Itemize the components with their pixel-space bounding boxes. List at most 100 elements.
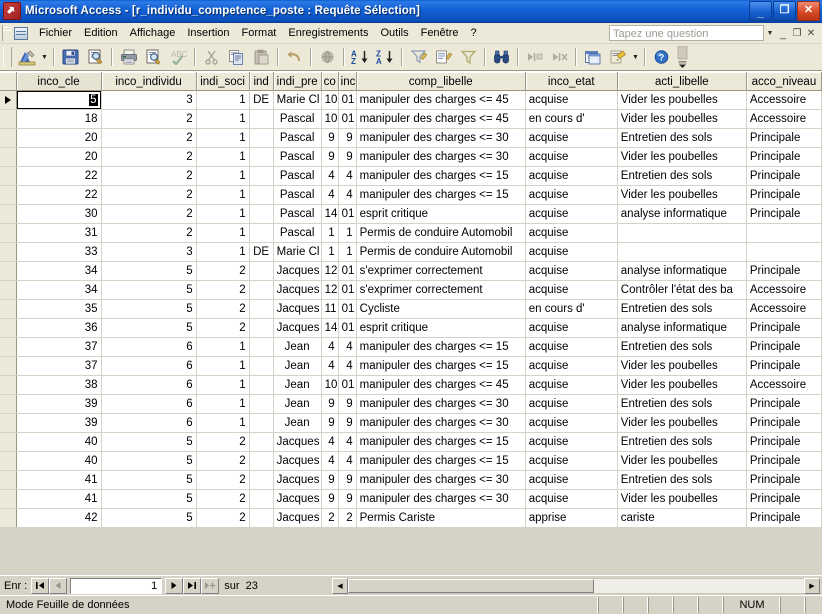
cell-inco_individu[interactable]: 3: [101, 242, 197, 262]
cell-comp_libelle[interactable]: manipuler des charges <= 15: [356, 451, 526, 471]
column-header-acco_niveau[interactable]: acco_niveau: [746, 72, 822, 91]
cell-inco_cle[interactable]: 34: [16, 280, 102, 300]
cell-co[interactable]: 4: [321, 432, 339, 452]
cell-inc[interactable]: 4: [338, 166, 357, 186]
cell-co[interactable]: 14: [321, 204, 339, 224]
cell-inco_etat[interactable]: en cours d': [525, 299, 618, 319]
row-selector[interactable]: [0, 356, 17, 376]
cell-indi_soci[interactable]: 2: [196, 299, 250, 319]
cell-inco_etat[interactable]: acquise: [525, 337, 618, 357]
cell-inco_cle[interactable]: 40: [16, 451, 102, 471]
row-selector[interactable]: [0, 337, 17, 357]
row-selector[interactable]: [0, 128, 17, 148]
cell-indi_soci[interactable]: 2: [196, 280, 250, 300]
cell-inco_individu[interactable]: 5: [101, 280, 197, 300]
cell-indi_pre[interactable]: Jean: [273, 413, 322, 433]
cell-indi_pre[interactable]: Marie Cl: [273, 90, 322, 110]
table-row[interactable]: 20 2 1 Pascal 9 9 manipuler des charges <= 30 a…: [0, 147, 822, 167]
cell-ind[interactable]: [249, 185, 274, 205]
cell-inco_cle[interactable]: 18: [16, 109, 102, 129]
filter-by-selection-button[interactable]: [406, 45, 431, 69]
cell-acco_niveau[interactable]: Principale: [746, 261, 822, 281]
cell-inco_etat[interactable]: en cours d': [525, 109, 618, 129]
cell-co[interactable]: 2: [321, 508, 339, 528]
previous-record-button[interactable]: [49, 577, 68, 594]
table-row[interactable]: 42 5 2 Jacques 2 2 Permis Cariste apprise carist…: [0, 508, 822, 528]
cell-co[interactable]: 14: [321, 318, 339, 338]
cell-inc[interactable]: 4: [338, 185, 357, 205]
cell-inc[interactable]: 01: [338, 318, 357, 338]
cell-acti_libelle[interactable]: cariste: [617, 508, 747, 528]
cell-inco_individu[interactable]: 5: [101, 508, 197, 528]
column-header-inco_individu[interactable]: inco_individu: [101, 72, 197, 91]
status-resize-grip[interactable]: [806, 597, 822, 613]
cell-indi_pre[interactable]: Jacques: [273, 318, 322, 338]
table-row[interactable]: 41 5 2 Jacques 9 9 manipuler des charges <= 30…: [0, 470, 822, 490]
cell-inco_cle[interactable]: 5: [16, 90, 102, 110]
cell-indi_pre[interactable]: Pascal: [273, 109, 322, 129]
cell-acco_niveau[interactable]: [746, 242, 822, 262]
cell-inco_cle[interactable]: 34: [16, 261, 102, 281]
table-row[interactable]: 36 5 2 Jacques 14 01 esprit critique acquise ana…: [0, 318, 822, 338]
toolbar-grip[interactable]: [3, 47, 12, 67]
cell-acti_libelle[interactable]: [617, 223, 747, 243]
cell-indi_soci[interactable]: 1: [196, 128, 250, 148]
cell-inco_cle[interactable]: 36: [16, 318, 102, 338]
cell-inco_etat[interactable]: acquise: [525, 223, 618, 243]
cell-inco_etat[interactable]: acquise: [525, 147, 618, 167]
cell-inc[interactable]: 9: [338, 128, 357, 148]
menu-bar-grip[interactable]: [2, 25, 11, 41]
column-header-co[interactable]: co: [321, 72, 339, 91]
table-row[interactable]: 37 6 1 Jean 4 4 manipuler des charges <= 15 acq…: [0, 337, 822, 357]
cell-inco_individu[interactable]: 5: [101, 318, 197, 338]
cell-comp_libelle[interactable]: manipuler des charges <= 30: [356, 413, 526, 433]
cell-co[interactable]: 9: [321, 470, 339, 490]
document-close-button[interactable]: ✕: [804, 25, 818, 41]
cell-acco_niveau[interactable]: Principale: [746, 166, 822, 186]
cell-indi_pre[interactable]: Jean: [273, 356, 322, 376]
cell-comp_libelle[interactable]: Permis de conduire Automobil: [356, 223, 526, 243]
cell-inco_etat[interactable]: acquise: [525, 451, 618, 471]
cell-inco_cle[interactable]: 39: [16, 394, 102, 414]
table-row[interactable]: 31 2 1 Pascal 1 1 Permis de conduire Automobil…: [0, 223, 822, 243]
cell-indi_pre[interactable]: Jean: [273, 375, 322, 395]
cell-ind[interactable]: [249, 147, 274, 167]
cell-inco_individu[interactable]: 5: [101, 261, 197, 281]
paste-button[interactable]: [249, 45, 274, 69]
cell-acco_niveau[interactable]: Principale: [746, 394, 822, 414]
scrollbar-thumb[interactable]: [348, 578, 594, 593]
current-record-input[interactable]: 1: [70, 577, 163, 594]
cell-comp_libelle[interactable]: manipuler des charges <= 45: [356, 109, 526, 129]
first-record-button[interactable]: [31, 577, 50, 594]
document-restore-button[interactable]: ❐: [790, 25, 804, 41]
table-row[interactable]: 22 2 1 Pascal 4 4 manipuler des charges <= 15 a…: [0, 185, 822, 205]
row-selector[interactable]: [0, 489, 17, 509]
cell-acco_niveau[interactable]: Principale: [746, 451, 822, 471]
cell-inco_etat[interactable]: acquise: [525, 432, 618, 452]
menu-format[interactable]: Format: [236, 25, 283, 42]
cell-inc[interactable]: 01: [338, 204, 357, 224]
cell-acti_libelle[interactable]: Entretien des sols: [617, 166, 747, 186]
cell-inco_cle[interactable]: 30: [16, 204, 102, 224]
cell-inco_individu[interactable]: 6: [101, 413, 197, 433]
cell-co[interactable]: 4: [321, 166, 339, 186]
sort-ascending-button[interactable]: A Z: [348, 45, 373, 69]
new-record-nav-button[interactable]: [201, 577, 220, 594]
cell-inco_etat[interactable]: acquise: [525, 413, 618, 433]
cell-comp_libelle[interactable]: manipuler des charges <= 30: [356, 394, 526, 414]
cell-acco_niveau[interactable]: Principale: [746, 432, 822, 452]
document-minimize-button[interactable]: _: [776, 24, 790, 42]
cell-ind[interactable]: [249, 356, 274, 376]
cell-inc[interactable]: 9: [338, 470, 357, 490]
column-header-comp_libelle[interactable]: comp_libelle: [356, 72, 526, 91]
cell-acco_niveau[interactable]: Principale: [746, 147, 822, 167]
cell-inco_etat[interactable]: acquise: [525, 128, 618, 148]
menu-enregistrements[interactable]: Enregistrements: [282, 25, 374, 42]
cell-comp_libelle[interactable]: s'exprimer correctement: [356, 261, 526, 281]
row-selector[interactable]: [0, 432, 17, 452]
cell-co[interactable]: 12: [321, 261, 339, 281]
horizontal-scrollbar[interactable]: ◀ ▶: [332, 577, 820, 594]
table-row[interactable]: 39 6 1 Jean 9 9 manipuler des charges <= 30 acq…: [0, 394, 822, 414]
scrollbar-track[interactable]: [348, 577, 804, 594]
cell-ind[interactable]: [249, 337, 274, 357]
